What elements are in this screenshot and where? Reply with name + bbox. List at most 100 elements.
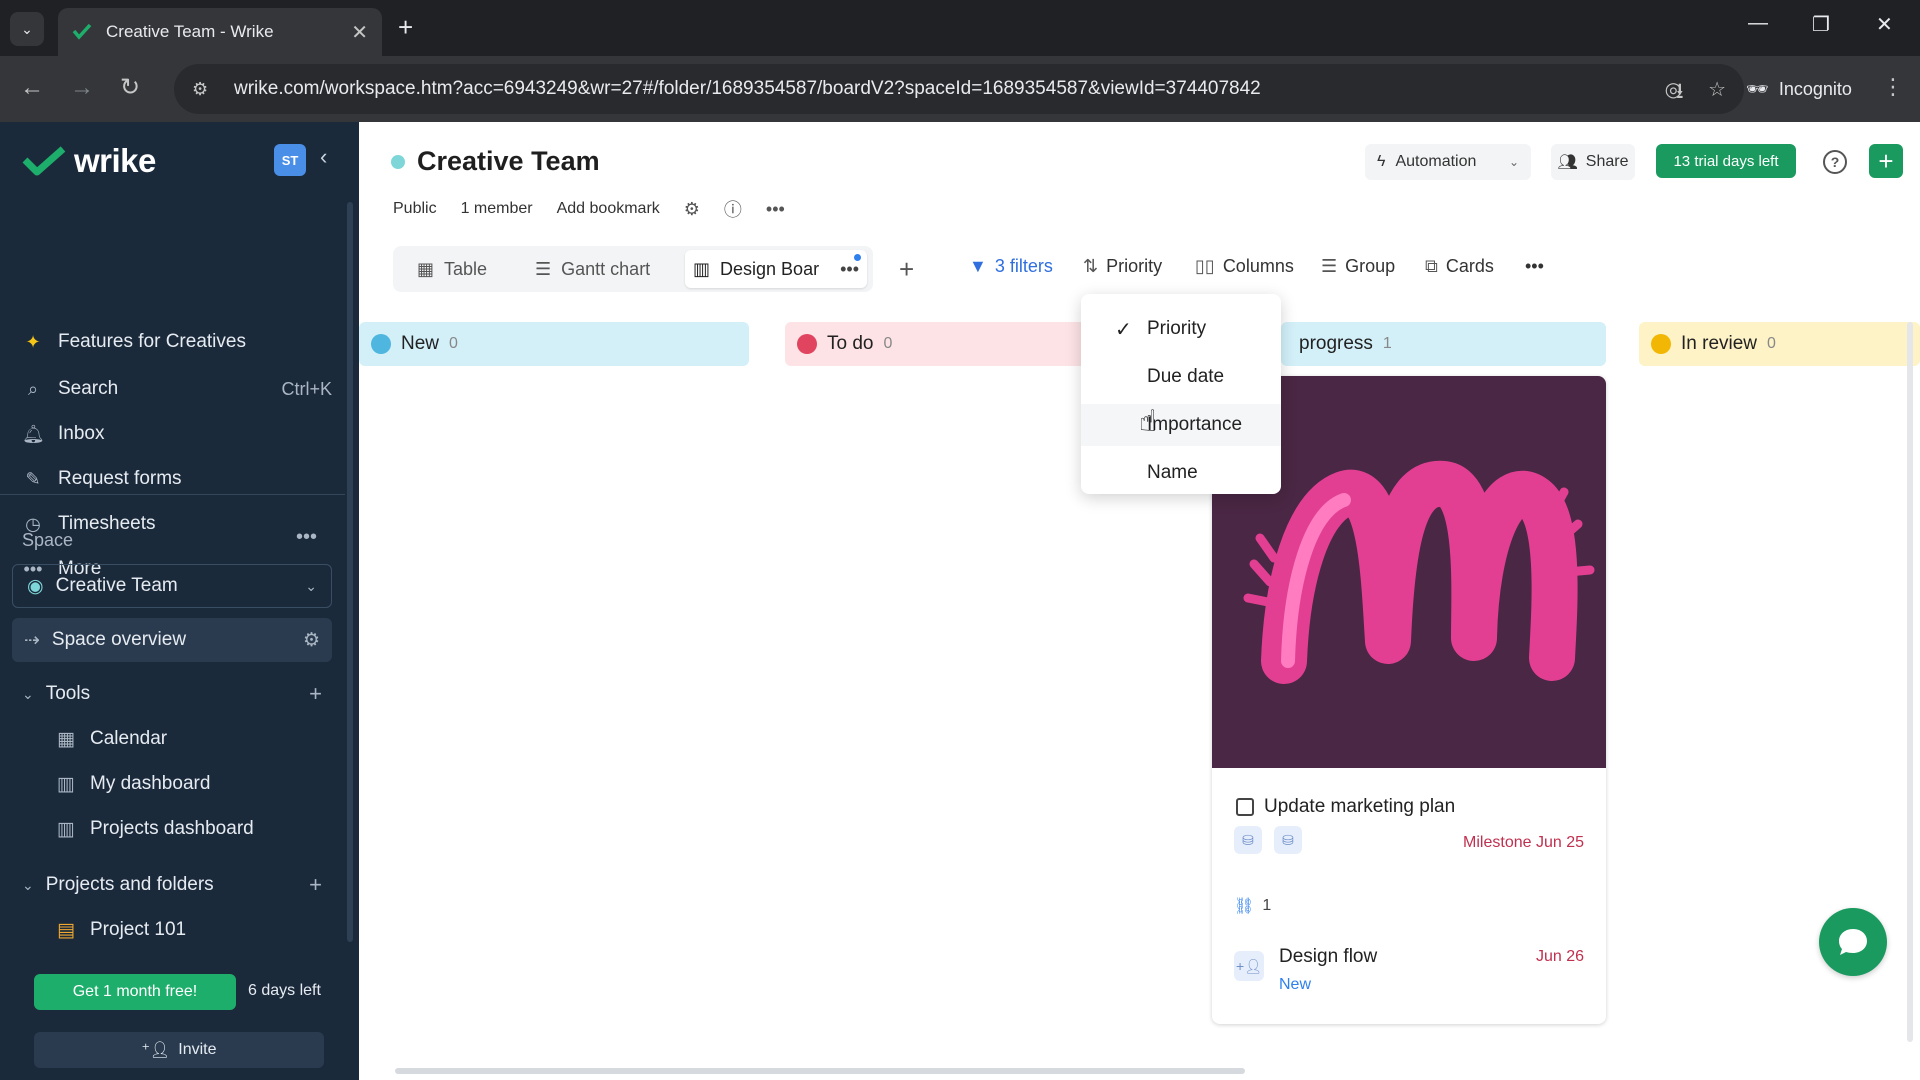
tab-more-icon[interactable]: ••• [840, 259, 859, 280]
group-button[interactable]: ☰ Group [1321, 256, 1395, 277]
add-bookmark-link[interactable]: Add bookmark [557, 200, 660, 218]
column-count: 1 [1382, 335, 1392, 352]
subtask-title[interactable]: Design flow [1279, 946, 1377, 968]
user-avatar[interactable]: ST [274, 144, 306, 176]
tools-header[interactable]: ⌄ Tools + [22, 676, 322, 712]
column-in-review[interactable]: In review 0 [1639, 322, 1920, 366]
site-info-icon[interactable]: ⚙ [192, 79, 216, 100]
subtask-count[interactable]: ⛓ 1 [1234, 896, 1271, 916]
checkmark-icon: ✓ [1115, 318, 1132, 341]
automation-button[interactable]: ϟ Automation ⌄ [1365, 144, 1531, 180]
sort-option-name[interactable]: Name [1081, 452, 1281, 494]
column-in-progress[interactable]: progress 1 [1281, 322, 1606, 366]
tab-table[interactable]: ▦ Table [417, 246, 487, 292]
space-name: Creative Team [55, 575, 178, 596]
gear-icon[interactable]: ⚙ [303, 629, 320, 652]
add-assignee-icon[interactable]: +👤︎ [1234, 951, 1264, 981]
visibility-label[interactable]: Public [393, 200, 437, 218]
column-name: progress [1299, 333, 1373, 354]
tab-gantt-chart[interactable]: ☰ Gantt chart [535, 246, 650, 292]
close-window-icon[interactable]: ✕ [1876, 12, 1893, 37]
add-project-icon[interactable]: + [309, 872, 322, 898]
address-bar[interactable]: ⚙ wrike.com/workspace.htm?acc=6943249&wr… [174, 64, 1744, 114]
tab-design-board[interactable]: ▥ Design Boar ••• [685, 250, 867, 288]
reload-icon[interactable]: ↻ [120, 74, 140, 102]
browser-tab[interactable]: Creative Team - Wrike ✕ [58, 8, 382, 56]
space-selector[interactable]: ◉ Creative Team ⌄ [12, 564, 332, 608]
sort-button[interactable]: ⇅ Priority [1083, 256, 1162, 277]
bookmark-star-icon[interactable]: ☆ [1708, 77, 1726, 102]
wrike-logo[interactable]: wrike [22, 142, 156, 180]
chat-bubble-icon [1839, 929, 1867, 955]
assignee-avatar[interactable]: ⛁ [1274, 826, 1302, 854]
back-icon[interactable]: ← [20, 74, 44, 102]
sort-option-importance[interactable]: Importance [1081, 404, 1281, 446]
sidebar: wrike ST ‹ ✦ Features for Creatives ⌕ Se… [0, 122, 359, 1080]
members-label[interactable]: 1 member [461, 200, 533, 218]
get-month-free-button[interactable]: Get 1 month free! [34, 974, 236, 1010]
nav-inbox[interactable]: 🔔︎ Inbox [22, 416, 332, 452]
sort-option-priority[interactable]: ✓ Priority [1081, 308, 1281, 350]
chat-button[interactable] [1819, 908, 1887, 976]
tool-my-dashboard[interactable]: ▥ My dashboard [56, 766, 210, 802]
task-checkbox-icon[interactable] [1236, 798, 1254, 816]
new-tab-button[interactable]: + [398, 12, 413, 42]
collapse-sidebar-icon[interactable]: ‹ [320, 144, 327, 170]
tab-search-button[interactable]: ⌄ [10, 12, 44, 46]
space-more-icon[interactable]: ••• [296, 526, 317, 549]
column-new[interactable]: New 0 [359, 322, 749, 366]
board-horizontal-scrollbar[interactable] [395, 1068, 1245, 1074]
page-title-text[interactable]: Creative Team [417, 146, 600, 177]
card-title[interactable]: Update marketing plan [1236, 796, 1455, 818]
dashboard-icon: ▥ [57, 773, 75, 795]
sidebar-scrollbar[interactable] [347, 202, 353, 942]
milestone-date: Milestone Jun 25 [1463, 834, 1584, 851]
space-overview-item[interactable]: ⇢ Space overview ⚙ [12, 618, 332, 662]
search-shortcut: Ctrl+K [281, 378, 332, 399]
close-tab-icon[interactable]: ✕ [351, 20, 368, 45]
add-tool-icon[interactable]: + [309, 681, 322, 707]
filters-button[interactable]: ▼ 3 filters [969, 256, 1053, 277]
project-item[interactable]: ▤ Project 101 [56, 912, 186, 948]
columns-button[interactable]: ▯▯ Columns [1195, 256, 1294, 277]
url-text[interactable]: wrike.com/workspace.htm?acc=6943249&wr=2… [234, 78, 1639, 100]
more-options-icon[interactable]: ••• [766, 199, 785, 220]
incognito-badge[interactable]: 🕶 Incognito [1728, 66, 1870, 112]
table-icon: ▦ [417, 258, 435, 279]
cards-button[interactable]: ⧉ Cards [1425, 256, 1494, 277]
minimize-icon[interactable]: — [1748, 12, 1768, 35]
settings-gear-icon[interactable]: ⚙ [684, 199, 700, 220]
download-icon[interactable]: ⭳ [1676, 74, 1684, 112]
toolbar-more-icon[interactable]: ••• [1525, 256, 1544, 277]
nav-label: Search [58, 378, 119, 399]
share-button[interactable]: 👥︎ Share [1551, 144, 1635, 180]
help-icon[interactable]: ? [1823, 150, 1847, 174]
forward-icon[interactable]: → [70, 74, 94, 102]
sort-option-due-date[interactable]: Due date [1081, 356, 1281, 398]
sort-dropdown-menu: ✓ Priority Due date Importance Name [1081, 294, 1281, 494]
info-icon[interactable]: ⓘ [724, 196, 742, 222]
add-new-button[interactable]: + [1869, 144, 1903, 178]
wrike-favicon-icon [72, 23, 92, 40]
nav-request-forms[interactable]: ✎ Request forms [22, 461, 332, 497]
add-view-button[interactable]: + [899, 254, 914, 285]
restore-icon[interactable]: ❐ [1812, 12, 1830, 37]
nav-features-for-creatives[interactable]: ✦ Features for Creatives [22, 324, 332, 360]
chevron-down-icon: ⌄ [305, 577, 317, 594]
subtask-status[interactable]: New [1279, 976, 1311, 994]
browser-menu-icon[interactable]: ⋮ [1882, 74, 1904, 100]
board-vertical-scrollbar[interactable] [1907, 322, 1913, 1042]
tools-label: Tools [45, 683, 91, 704]
gantt-icon: ☰ [535, 258, 552, 279]
chevron-down-icon[interactable]: ⌄ [1509, 155, 1519, 169]
tool-projects-dashboard[interactable]: ▥ Projects dashboard [56, 811, 254, 847]
column-to-do[interactable]: To do 0 [785, 322, 1095, 366]
project-label: Project 101 [90, 919, 187, 940]
browser-toolbar: ← → ↻ ⚙ wrike.com/workspace.htm?acc=6943… [0, 56, 1920, 122]
invite-button[interactable]: ⁺👤︎ Invite [34, 1032, 324, 1068]
projects-header[interactable]: ⌄ Projects and folders + [22, 867, 322, 903]
assignee-avatar[interactable]: ⛁ [1234, 826, 1262, 854]
trial-days-button[interactable]: 13 trial days left [1656, 144, 1796, 178]
nav-search[interactable]: ⌕ Search Ctrl+K [22, 371, 332, 407]
tool-calendar[interactable]: ▦ Calendar [56, 721, 167, 757]
